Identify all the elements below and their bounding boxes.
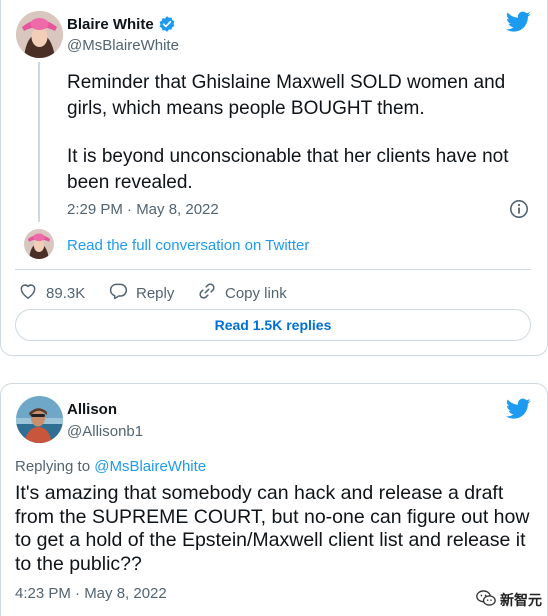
info-icon[interactable] [509,199,529,224]
allison-avatar-image [16,396,63,443]
like-count: 89.3K [46,284,86,302]
reply-label: Reply [136,284,175,302]
replying-to-prefix: Replying to [15,458,95,475]
read-conversation-link[interactable]: Read the full conversation on Twitter [67,237,309,254]
blaire-avatar-image [16,11,63,58]
blaire-small-avatar[interactable] [24,229,54,259]
twitter-bird-icon[interactable] [505,398,531,425]
replying-to: Replying to @MsBlaireWhite [15,458,206,475]
reply-author-handle[interactable]: @Allisonb1 [67,423,143,440]
thread-line [38,62,40,222]
verified-badge-icon [158,15,176,33]
tweet-text-paragraph-2: It is beyond unconscionable that her cli… [67,146,509,193]
allison-avatar[interactable] [16,396,63,443]
tweet-text-paragraph-1: Reminder that Ghislaine Maxwell SOLD wom… [67,72,506,119]
reply-timestamp[interactable]: 4:23 PM · May 8, 2022 [15,585,167,602]
twitter-bird-icon[interactable] [505,11,531,38]
watermark: 新智元 [476,589,542,610]
copy-link-button[interactable]: Copy link [197,281,287,305]
reply-tweet-text: It's amazing that somebody can hack and … [15,482,530,575]
blaire-small-avatar-image [24,229,54,259]
wechat-icon [476,589,496,610]
reply-author-name[interactable]: Allison [67,401,117,418]
like-button[interactable]: 89.3K [18,281,85,305]
link-icon [197,281,217,305]
copy-link-label: Copy link [225,284,287,302]
replying-to-handle-link[interactable]: @MsBlaireWhite [94,458,206,475]
watermark-label: 新智元 [500,591,542,608]
reply-icon [108,281,128,305]
blaire-avatar[interactable] [16,11,63,58]
tweet-timestamp[interactable]: 2:29 PM · May 8, 2022 [67,201,219,218]
heart-icon [18,281,38,305]
reply-button[interactable]: Reply [108,281,174,305]
divider [15,269,531,270]
read-replies-button[interactable]: Read 1.5K replies [15,309,531,341]
author-handle[interactable]: @MsBlaireWhite [67,37,179,54]
author-name[interactable]: Blaire White [67,16,154,33]
